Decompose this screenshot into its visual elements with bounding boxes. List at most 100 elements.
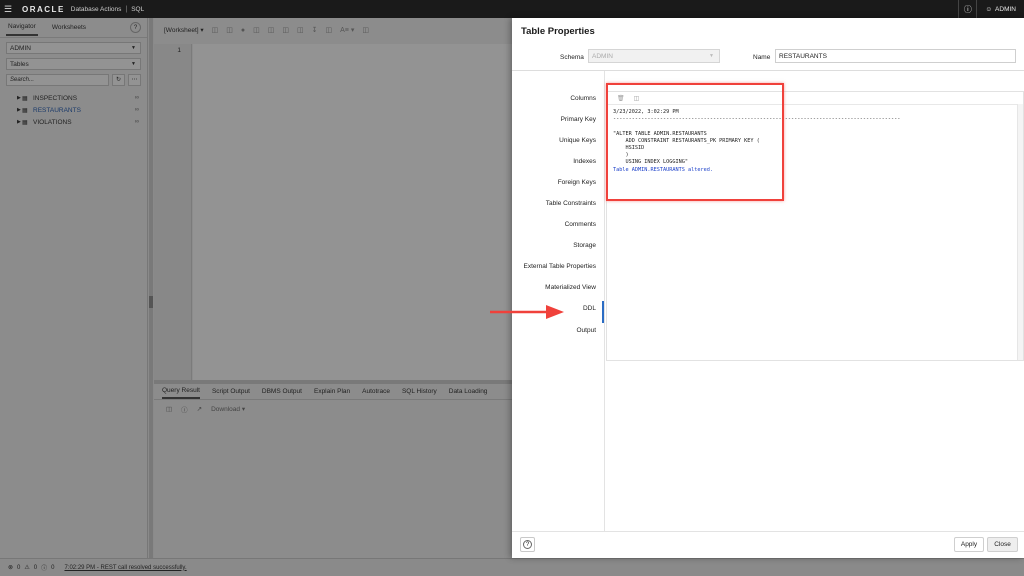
- worksheet-tab[interactable]: [Worksheet] ▾: [164, 26, 204, 34]
- navigator-search-input[interactable]: Search...: [6, 74, 109, 86]
- results-panel: Query Result Script Output DBMS Output E…: [154, 384, 512, 558]
- nav-ddl[interactable]: DDL: [583, 305, 596, 312]
- object-type-value: Tables: [10, 61, 29, 68]
- warning-count[interactable]: 0: [34, 565, 37, 571]
- schema-select-value: ADMIN: [592, 53, 613, 60]
- nav-indexes[interactable]: Indexes: [573, 158, 596, 165]
- link-icon[interactable]: ∞: [135, 119, 139, 125]
- download-label: Download: [211, 406, 241, 413]
- table-name-input[interactable]: RESTAURANTS: [775, 49, 1016, 63]
- section-name: SQL: [131, 5, 145, 13]
- tab-script-output[interactable]: Script Output: [212, 385, 250, 398]
- tab-worksheets[interactable]: Worksheets: [50, 20, 88, 35]
- user-menu[interactable]: ☺ ADMIN: [976, 0, 1024, 18]
- properties-nav: Columns Primary Key Unique Keys Indexes …: [512, 71, 604, 334]
- schema-dropdown-value: ADMIN: [10, 45, 31, 52]
- nav-materialized-view[interactable]: Materialized View: [545, 284, 596, 291]
- hamburger-menu-icon[interactable]: ☰: [4, 4, 18, 15]
- sql-editor[interactable]: [193, 44, 512, 382]
- object-type-dropdown[interactable]: Tables ▼: [6, 58, 141, 70]
- tree-item-label: INSPECTIONS: [33, 94, 78, 102]
- splitter-handle[interactable]: [149, 296, 153, 308]
- nav-columns[interactable]: Columns: [570, 95, 596, 102]
- open-external-icon[interactable]: ↗: [197, 405, 202, 413]
- save-icon[interactable]: ◫: [226, 26, 233, 34]
- tree-item-label: VIOLATIONS: [33, 118, 72, 126]
- help-icon: ?: [523, 540, 532, 549]
- dialog-title: Table Properties: [521, 26, 595, 37]
- schema-dropdown[interactable]: ADMIN ▼: [6, 42, 141, 54]
- expand-icon[interactable]: ▶: [17, 107, 21, 113]
- dialog-help-button[interactable]: ?: [520, 537, 535, 552]
- download-icon[interactable]: ↧: [312, 26, 318, 34]
- line-number-gutter: 1: [154, 44, 192, 382]
- tab-autotrace[interactable]: Autotrace: [362, 385, 390, 398]
- tab-data-loading[interactable]: Data Loading: [449, 385, 488, 398]
- nav-external-table-properties[interactable]: External Table Properties: [523, 263, 596, 270]
- clear-icon[interactable]: ◫: [362, 26, 369, 34]
- tree-item-restaurants[interactable]: ▶ ▦ RESTAURANTS ∞: [0, 104, 147, 116]
- tree-item-inspections[interactable]: ▶ ▦ INSPECTIONS ∞: [0, 92, 147, 104]
- nav-table-constraints[interactable]: Table Constraints: [546, 200, 596, 207]
- delete-icon[interactable]: ◫: [166, 405, 172, 413]
- nav-unique-keys[interactable]: Unique Keys: [559, 137, 596, 144]
- warning-icon: ⚠: [24, 565, 30, 571]
- status-bar: ⊗ 0 ⚠ 0 ⓘ 0 7:02:29 PM - REST call resol…: [0, 558, 1024, 576]
- line-number: 1: [177, 47, 181, 54]
- info-icon[interactable]: ⓘ: [181, 404, 188, 414]
- download-dropdown[interactable]: Download ▾: [211, 405, 245, 413]
- nav-comments[interactable]: Comments: [565, 221, 596, 228]
- table-icon: ▦: [22, 119, 28, 126]
- font-size-icon[interactable]: A≡ ▾: [340, 26, 354, 34]
- table-icon: ▦: [22, 95, 28, 102]
- oracle-logo: ORACLE: [22, 4, 65, 14]
- explain-icon[interactable]: ◫: [268, 26, 275, 34]
- object-tree: ▶ ▦ INSPECTIONS ∞ ▶ ▦ RESTAURANTS ∞ ▶ ▦ …: [0, 92, 147, 128]
- worksheet-editor-area: [Worksheet] ▾ ◫ ◫ ● ◫ ◫ ◫ ◫ ↧ ◫ A≡ ▾ ◫ 1: [154, 18, 512, 384]
- nav-output[interactable]: Output: [576, 327, 596, 334]
- schema-label: Schema: [560, 54, 584, 61]
- commit-icon[interactable]: ◫: [297, 26, 304, 34]
- nav-foreign-keys[interactable]: Foreign Keys: [558, 179, 596, 186]
- navigator-panel: Navigator Worksheets ? ADMIN ▼ Tables ▼ …: [0, 18, 148, 558]
- tree-item-violations[interactable]: ▶ ▦ VIOLATIONS ∞: [0, 116, 147, 128]
- tab-query-result[interactable]: Query Result: [162, 384, 200, 399]
- navigator-help-icon[interactable]: ?: [130, 22, 141, 33]
- more-options-icon[interactable]: ⋯: [128, 74, 141, 86]
- open-icon[interactable]: ◫: [212, 26, 219, 34]
- worksheet-tab-label: [Worksheet]: [164, 27, 199, 34]
- chevron-down-icon: ▼: [709, 53, 714, 59]
- nav-divider: [604, 71, 605, 531]
- tab-dbms-output[interactable]: DBMS Output: [262, 385, 302, 398]
- apply-button[interactable]: Apply: [954, 537, 984, 552]
- tab-explain-plan[interactable]: Explain Plan: [314, 385, 350, 398]
- close-button[interactable]: Close: [987, 537, 1018, 552]
- expand-icon[interactable]: ▶: [17, 119, 21, 125]
- highlight-box: [606, 83, 784, 201]
- link-icon[interactable]: ∞: [135, 107, 139, 113]
- chevron-down-icon: ▼: [131, 61, 136, 67]
- name-label: Name: [753, 54, 771, 61]
- expand-icon[interactable]: ▶: [17, 95, 21, 101]
- refresh-icon[interactable]: ↻: [112, 74, 125, 86]
- format-icon[interactable]: ◫: [326, 26, 333, 34]
- worksheet-toolbar: [Worksheet] ▾ ◫ ◫ ● ◫ ◫ ◫ ◫ ↧ ◫ A≡ ▾ ◫: [154, 18, 512, 42]
- vertical-splitter[interactable]: [149, 18, 153, 558]
- status-message[interactable]: 7:02:29 PM - REST call resolved successf…: [64, 565, 186, 571]
- table-icon: ▦: [22, 107, 28, 114]
- output-scrollbar[interactable]: [1017, 104, 1023, 360]
- chevron-down-icon: ▼: [131, 45, 136, 51]
- product-name: Database Actions: [70, 5, 122, 13]
- help-icon[interactable]: ⓘ: [958, 0, 976, 18]
- autotrace-icon[interactable]: ◫: [282, 26, 289, 34]
- link-icon[interactable]: ∞: [135, 95, 139, 101]
- tab-sql-history[interactable]: SQL History: [402, 385, 437, 398]
- nav-primary-key[interactable]: Primary Key: [561, 116, 596, 123]
- run-icon[interactable]: ●: [241, 27, 245, 34]
- tab-navigator[interactable]: Navigator: [6, 19, 38, 36]
- run-script-icon[interactable]: ◫: [253, 26, 260, 34]
- nav-storage[interactable]: Storage: [573, 242, 596, 249]
- info-icon: ⓘ: [41, 566, 48, 572]
- info-count[interactable]: 0: [51, 565, 54, 571]
- error-count[interactable]: 0: [17, 565, 20, 571]
